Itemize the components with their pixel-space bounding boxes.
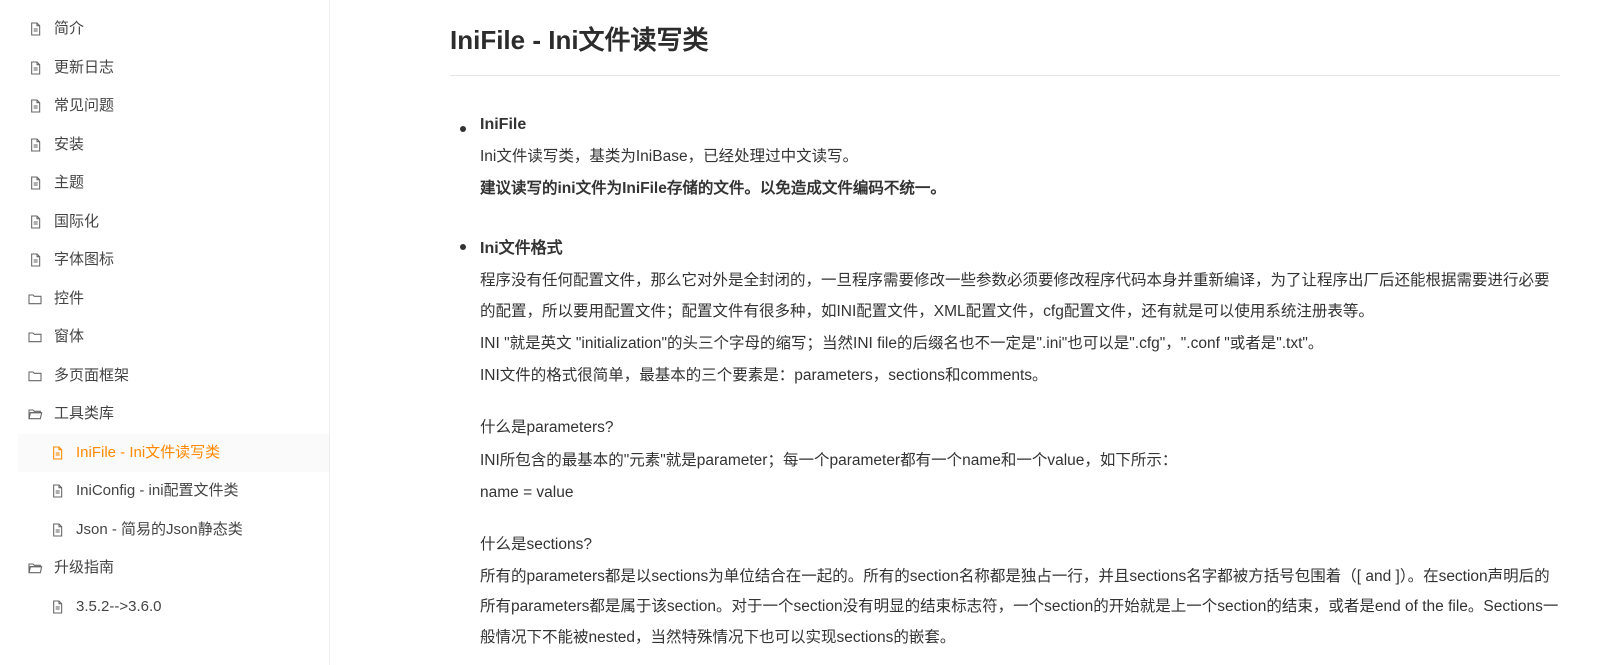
nav-item-label: 国际化 <box>54 211 99 234</box>
doc-icon <box>48 521 66 539</box>
paragraph: Ini文件读写类，基类为IniBase，已经处理过中文读写。 <box>480 142 1560 172</box>
nav-item-label: 工具类库 <box>54 403 114 426</box>
nav-item-label: 字体图标 <box>54 249 114 272</box>
nav-item-label: 简介 <box>54 18 84 41</box>
nav-item-label: IniConfig - ini配置文件类 <box>76 480 239 503</box>
paragraph: name = value <box>480 478 1560 508</box>
nav-item-label: 控件 <box>54 288 84 311</box>
doc-icon <box>48 482 66 500</box>
doc-icon <box>48 598 66 616</box>
bullet-item: Ini文件格式程序没有任何配置文件，那么它对外是全封闭的，一旦程序需要修改一些参… <box>480 234 1560 652</box>
nav-item-13[interactable]: Json - 简易的Json静态类 <box>18 511 329 550</box>
nav-item-10[interactable]: 工具类库 <box>18 395 329 434</box>
bullet-title: Ini文件格式 <box>480 234 1560 258</box>
bullet-item: IniFile Ini文件读写类，基类为IniBase，已经处理过中文读写。建议读… <box>480 116 1560 204</box>
nav-item-1[interactable]: 更新日志 <box>18 49 329 88</box>
bullet-title: IniFile <box>480 116 1560 134</box>
page-title: IniFile - Ini文件读写类 <box>450 20 1560 76</box>
nav-item-0[interactable]: 简介 <box>18 10 329 49</box>
nav-item-label: Json - 简易的Json静态类 <box>76 519 243 542</box>
nav-item-14[interactable]: 升级指南 <box>18 549 329 588</box>
paragraph: 所有的parameters都是以sections为单位结合在一起的。所有的sec… <box>480 562 1560 653</box>
nav-item-label: 常见问题 <box>54 95 114 118</box>
nav-item-label: 升级指南 <box>54 557 114 580</box>
main-content: IniFile - Ini文件读写类 IniFile Ini文件读写类，基类为In… <box>330 0 1620 665</box>
nav-item-12[interactable]: IniConfig - ini配置文件类 <box>18 472 329 511</box>
sub-block: 什么是sections?所有的parameters都是以sections为单位结… <box>480 530 1560 653</box>
paragraph: 什么是sections? <box>480 530 1560 560</box>
nav-item-label: 3.5.2-->3.6.0 <box>76 596 161 619</box>
doc-icon <box>26 97 44 115</box>
sub-block: 什么是parameters?INI所包含的最基本的"元素"就是parameter… <box>480 413 1560 508</box>
folder-icon <box>26 367 44 385</box>
doc-icon <box>26 174 44 192</box>
doc-icon <box>26 251 44 269</box>
folder-icon <box>26 328 44 346</box>
paragraph: INI所包含的最基本的"元素"就是parameter；每一个parameter都… <box>480 446 1560 476</box>
article-body: IniFile Ini文件读写类，基类为IniBase，已经处理过中文读写。建议读… <box>450 116 1560 653</box>
paragraph: 程序没有任何配置文件，那么它对外是全封闭的，一旦程序需要修改一些参数必须要修改程… <box>480 266 1560 326</box>
nav-item-5[interactable]: 国际化 <box>18 203 329 242</box>
paragraph: INI "就是英文 "initialization"的头三个字母的缩写；当然IN… <box>480 329 1560 359</box>
nav-item-7[interactable]: 控件 <box>18 280 329 319</box>
nav-item-3[interactable]: 安装 <box>18 126 329 165</box>
doc-icon <box>48 444 66 462</box>
nav-item-11[interactable]: IniFile - Ini文件读写类 <box>18 434 329 473</box>
nav-item-label: 主题 <box>54 172 84 195</box>
nav-item-6[interactable]: 字体图标 <box>18 241 329 280</box>
nav-item-15[interactable]: 3.5.2-->3.6.0 <box>18 588 329 627</box>
doc-icon <box>26 213 44 231</box>
folder-icon <box>26 290 44 308</box>
paragraph: 建议读写的ini文件为IniFile存储的文件。以免造成文件编码不统一。 <box>480 174 1560 204</box>
nav-item-2[interactable]: 常见问题 <box>18 87 329 126</box>
bullet-list: IniFile Ini文件读写类，基类为IniBase，已经处理过中文读写。建议读… <box>450 116 1560 653</box>
sidebar: 简介更新日志常见问题安装主题国际化字体图标控件窗体多页面框架工具类库 IniFil… <box>0 0 330 665</box>
nav-item-8[interactable]: 窗体 <box>18 318 329 357</box>
nav-item-label: 多页面框架 <box>54 365 129 388</box>
nav-item-9[interactable]: 多页面框架 <box>18 357 329 396</box>
doc-icon <box>26 136 44 154</box>
paragraph: INI文件的格式很简单，最基本的三个要素是：parameters，section… <box>480 361 1560 391</box>
paragraph: 什么是parameters? <box>480 413 1560 443</box>
nav-item-label: 更新日志 <box>54 57 114 80</box>
nav-item-label: IniFile - Ini文件读写类 <box>76 442 220 465</box>
nav-item-4[interactable]: 主题 <box>18 164 329 203</box>
nav-item-label: 窗体 <box>54 326 84 349</box>
nav-item-label: 安装 <box>54 134 84 157</box>
folder-open-icon <box>26 405 44 423</box>
folder-open-icon <box>26 559 44 577</box>
doc-icon <box>26 20 44 38</box>
doc-icon <box>26 59 44 77</box>
